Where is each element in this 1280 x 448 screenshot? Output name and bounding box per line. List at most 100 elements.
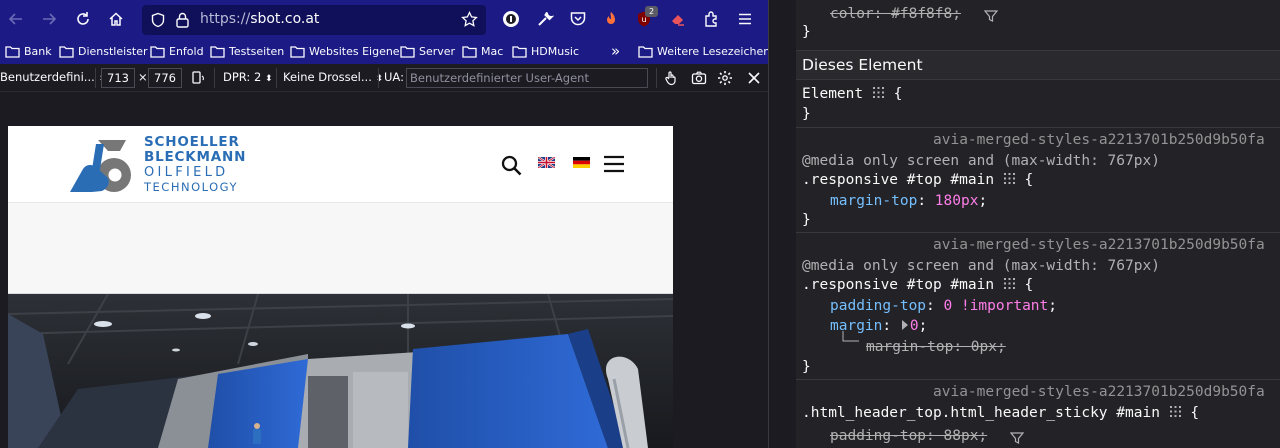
folder-icon xyxy=(400,45,415,58)
bookmark-folder-dienstleister[interactable]: Dienstleister xyxy=(59,43,148,59)
device-selector[interactable]: Benutzerdefini... ⬍ xyxy=(0,70,106,84)
rule-selector[interactable]: .html_header_top.html_header_sticky #mai… xyxy=(802,405,1199,421)
folder-icon xyxy=(59,45,74,58)
logo-line-1: SCHOELLER xyxy=(144,134,240,150)
viewport-width-input[interactable]: 713 xyxy=(101,68,135,88)
bookmark-folder-weitere-lesezeichen[interactable]: Weitere Lesezeichen xyxy=(638,43,768,59)
folder-icon xyxy=(150,45,165,58)
decl-value: 88px xyxy=(943,428,979,444)
bookmark-folder-testseiten[interactable]: Testseiten xyxy=(210,43,284,59)
rule-source-link[interactable]: avia-merged-styles-a2213701b250d9b50fa xyxy=(933,237,1265,253)
tree-connector-icon xyxy=(842,331,859,342)
dpr-selector[interactable]: DPR: 2 ⬍ xyxy=(223,70,272,84)
touch-simulation-icon[interactable] xyxy=(663,70,679,86)
search-icon[interactable] xyxy=(501,155,522,176)
info-extension-icon[interactable] xyxy=(501,9,521,29)
expand-triangle-icon[interactable] xyxy=(900,319,910,331)
bookmarks-toolbar: Bank Dienstleister Enfold Testseiten Web… xyxy=(0,38,768,64)
logo-text[interactable]: SCHOELLER BLECKMANN OILFIELD TECHNOLOGY xyxy=(144,135,246,195)
element-rule[interactable]: Element { xyxy=(802,86,902,102)
overridden-declaration[interactable]: color: #f8f8f8; xyxy=(830,6,961,22)
separator xyxy=(95,68,96,88)
user-agent-input[interactable]: Benutzerdefinierter User-Agent xyxy=(406,68,648,88)
reload-button[interactable] xyxy=(72,8,94,30)
decl-prop: margin-top xyxy=(866,339,954,355)
bookmark-folder-enfold[interactable]: Enfold xyxy=(150,43,204,59)
extensions-puzzle-icon[interactable] xyxy=(702,9,722,29)
bookmark-folder-mac[interactable]: Mac xyxy=(462,43,503,59)
close-rdm-icon[interactable] xyxy=(746,70,762,86)
rule-source-link[interactable]: avia-merged-styles-a2213701b250d9b50fa xyxy=(933,132,1265,148)
url-bar[interactable]: https://sbot.co.at xyxy=(142,5,486,35)
overridden-declaration[interactable]: padding-top: 88px; xyxy=(830,428,987,444)
folder-icon xyxy=(462,45,477,58)
folder-icon xyxy=(638,45,653,58)
folder-icon xyxy=(290,45,305,58)
folder-icon xyxy=(512,45,527,58)
separator xyxy=(214,68,215,88)
media-query: @media only screen and (max-width: 767px… xyxy=(802,153,1160,169)
dimension-times: × xyxy=(138,70,148,84)
decl-prop: color: xyxy=(830,6,883,22)
viewport-height-input[interactable]: 776 xyxy=(148,68,182,88)
site-header: SCHOELLER BLECKMANN OILFIELD TECHNOLOGY xyxy=(8,126,673,203)
logo-line-4: TECHNOLOGY xyxy=(144,180,239,194)
rotate-viewport-icon[interactable] xyxy=(190,70,206,86)
firefox-extension-icon[interactable] xyxy=(601,9,621,29)
rule-close-brace: } xyxy=(802,212,811,228)
filter-icon[interactable] xyxy=(1010,431,1024,445)
reload-icon xyxy=(77,12,89,25)
bookmarks-overflow-chevron[interactable]: » xyxy=(611,42,620,60)
rule-source-link[interactable]: avia-merged-styles-a2213701b250d9b50fa xyxy=(933,384,1265,400)
navigation-toolbar: https://sbot.co.at u 2 xyxy=(0,0,768,38)
lock-icon xyxy=(176,12,189,28)
open-brace: { xyxy=(1024,172,1034,188)
uk-flag-icon[interactable] xyxy=(538,157,555,168)
grid-dots-icon xyxy=(1003,173,1015,184)
throttle-selector[interactable]: Keine Drossel... ⬍ xyxy=(283,70,383,84)
section-this-element: Dieses Element xyxy=(796,50,1280,80)
responsive-design-toolbar: Benutzerdefini... ⬍ 713 × 776 DPR: 2 ⬍ K… xyxy=(0,64,768,92)
home-icon xyxy=(109,12,123,26)
bookmark-folder-bank[interactable]: Bank xyxy=(5,43,52,59)
separator xyxy=(378,68,379,88)
hamburger-menu-icon[interactable] xyxy=(603,155,625,173)
bookmark-label: Server xyxy=(419,44,456,58)
filter-icon[interactable] xyxy=(984,9,998,23)
devtools-rules-panel: color: #f8f8f8; } Dieses Element Element… xyxy=(796,0,1280,448)
open-brace: { xyxy=(1024,277,1034,293)
decl-value: 0 xyxy=(909,318,919,334)
home-button[interactable] xyxy=(105,8,127,30)
back-button[interactable] xyxy=(5,8,27,30)
eraser-icon[interactable] xyxy=(668,9,688,29)
rule-close-brace: } xyxy=(802,359,811,375)
rule-separator xyxy=(796,232,1280,233)
pocket-icon[interactable] xyxy=(568,9,588,29)
bookmark-star-icon[interactable] xyxy=(461,11,478,28)
selector-text: .html_header_top.html_header_sticky #mai… xyxy=(802,405,1160,421)
empty-main-section xyxy=(8,204,673,294)
bookmark-folder-server[interactable]: Server xyxy=(400,43,455,59)
forward-button[interactable] xyxy=(38,8,60,30)
screenshot-camera-icon[interactable] xyxy=(691,70,707,86)
wrench-icon[interactable] xyxy=(535,9,555,29)
devtools-splitter[interactable] xyxy=(768,0,796,448)
declaration[interactable]: padding-top: 0 !important; xyxy=(830,298,1057,314)
declaration[interactable]: margin-top: 180px; xyxy=(830,193,987,209)
bookmark-folder-websites-eigene[interactable]: Websites Eigene xyxy=(290,43,400,59)
decl-prop: margin-top xyxy=(830,193,918,209)
bookmark-folder-hdmusic[interactable]: HDMusic xyxy=(512,43,579,59)
rule-close-brace: } xyxy=(802,106,811,122)
extension-badge: 2 xyxy=(645,6,658,17)
sbo-logo-mark[interactable] xyxy=(68,134,138,196)
hamburger-menu-icon[interactable] xyxy=(735,9,755,29)
overridden-declaration[interactable]: margin-top: 0px; xyxy=(866,339,1006,355)
german-flag-icon[interactable] xyxy=(573,157,590,168)
bookmark-label: Websites Eigene xyxy=(309,44,400,58)
bookmark-label: Mac xyxy=(481,44,504,58)
settings-gear-icon[interactable] xyxy=(717,70,733,86)
rule-selector[interactable]: .responsive #top #main { xyxy=(802,277,1033,293)
selector-text: .responsive #top #main xyxy=(802,172,995,188)
rule-selector[interactable]: .responsive #top #main { xyxy=(802,172,1033,188)
rule-separator xyxy=(796,379,1280,380)
